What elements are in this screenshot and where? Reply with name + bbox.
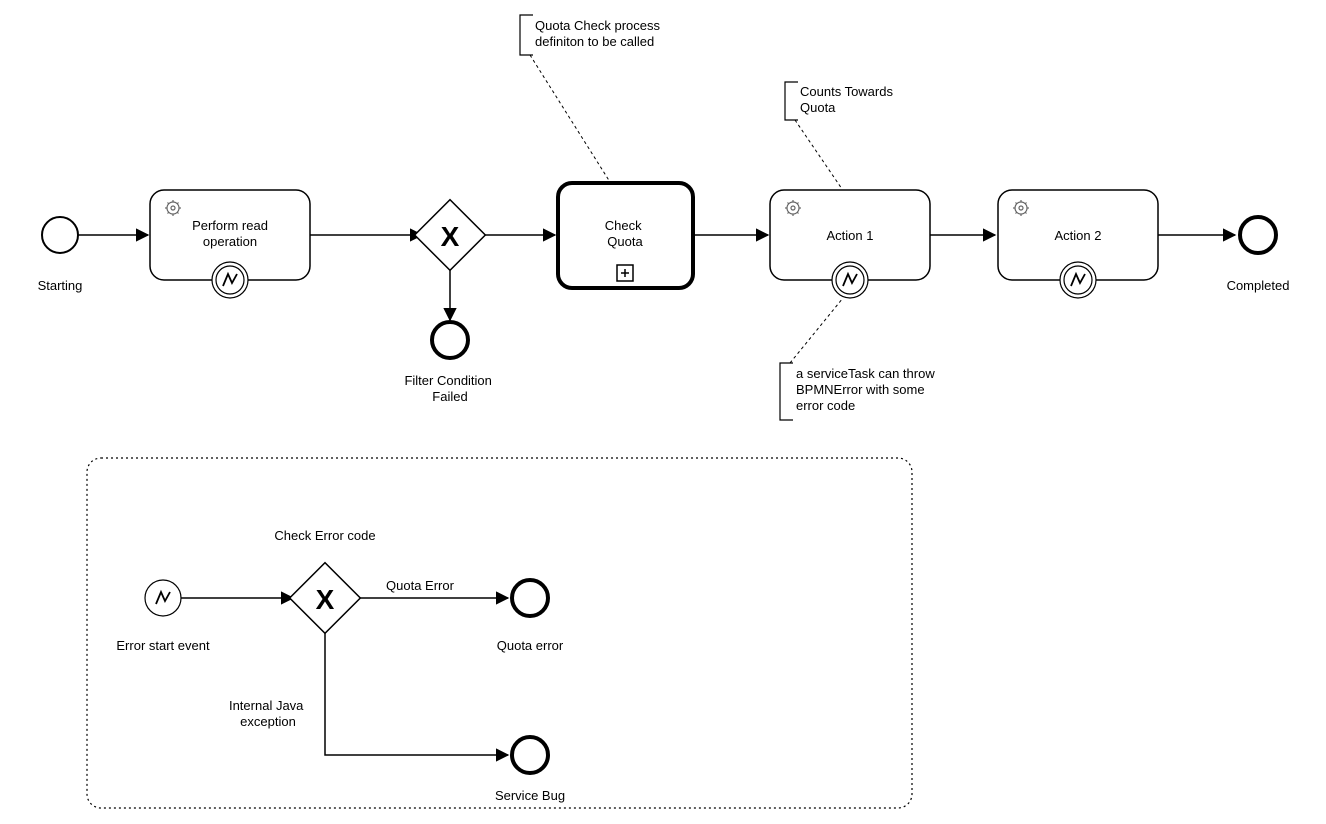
error-start-event-label: Error start event <box>116 638 210 653</box>
end-event-filter-failed[interactable] <box>432 322 468 358</box>
end-event-quota-error[interactable] <box>512 580 548 616</box>
error-boundary-icon <box>212 262 248 298</box>
end-event-service-bug-label: Service Bug <box>495 788 565 803</box>
task-action2-label: Action 2 <box>1055 228 1102 243</box>
task-action1[interactable]: Action 1 <box>770 190 930 298</box>
error-start-event[interactable] <box>145 580 181 616</box>
svg-text:Perform readoperation: Perform readoperation <box>192 218 268 249</box>
svg-text:Counts Towards Quota: Counts Towards Quota <box>800 84 897 115</box>
task-check-quota[interactable]: Check Quota <box>558 183 693 288</box>
annotation-service-task: a serviceTask can throw BPMNError with s… <box>780 298 938 420</box>
gateway-symbol: X <box>441 221 460 252</box>
start-event-label: Starting <box>38 278 83 293</box>
flow-quota-error-label: Quota Error <box>386 578 455 593</box>
exclusive-gateway-main[interactable]: X <box>415 200 486 271</box>
task-perform-read-label: Perform readoperation <box>192 218 268 249</box>
annotation-counts-quota: Counts Towards Quota <box>785 82 897 189</box>
task-action1-label: Action 1 <box>827 228 874 243</box>
svg-text:Quota Check process defini: Quota Check process definiton to be call… <box>535 18 664 49</box>
gateway-symbol: X <box>316 584 335 615</box>
end-event-quota-error-label: Quota error <box>497 638 564 653</box>
flow-java-exception-label: Internal Java exception <box>229 698 307 729</box>
error-boundary-icon <box>1060 262 1096 298</box>
end-event-service-bug[interactable] <box>512 737 548 773</box>
end-event-completed[interactable] <box>1240 217 1276 253</box>
error-boundary-icon <box>832 262 868 298</box>
task-perform-read[interactable]: Perform readoperation <box>150 190 310 298</box>
task-action2[interactable]: Action 2 <box>998 190 1158 298</box>
gateway-error-label: Check Error code <box>274 528 375 543</box>
svg-text:Check Quota: Check Quota <box>605 218 645 249</box>
subprocess-marker-icon <box>617 265 633 281</box>
svg-text:a serviceTask can throw BP: a serviceTask can throw BPMNError with s… <box>796 366 938 413</box>
annotation-quota-check: Quota Check process definiton to be call… <box>520 15 664 182</box>
end-event-completed-label: Completed <box>1227 278 1290 293</box>
end-event-filter-failed-label: Filter Condition Failed <box>404 373 495 404</box>
start-event[interactable] <box>42 217 78 253</box>
